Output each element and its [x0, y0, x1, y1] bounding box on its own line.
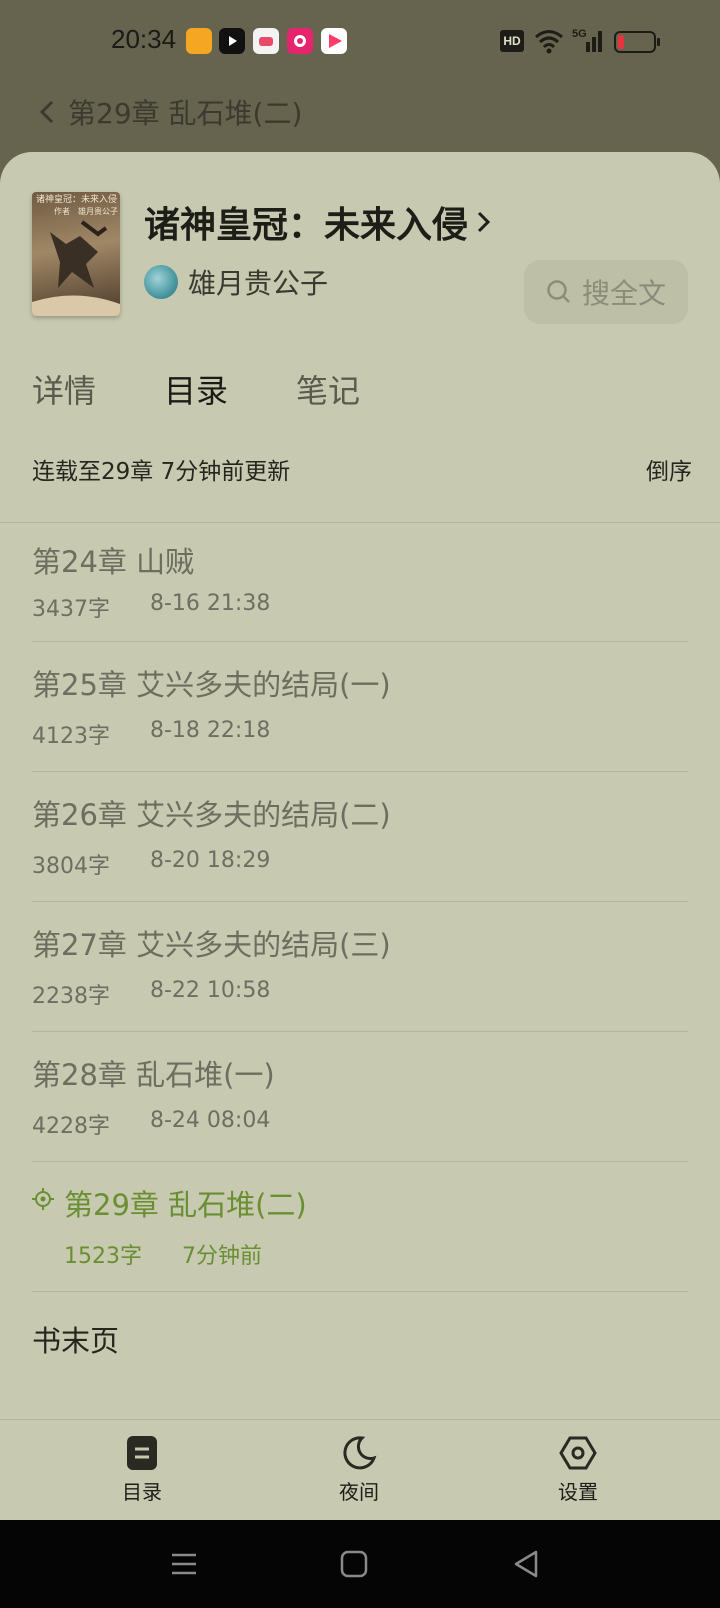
chapter-time: 8-24 08:04	[150, 1108, 271, 1133]
night-mode-button[interactable]: 夜间	[299, 1434, 419, 1505]
chapter-meta: 3804字 8-20 18:29	[32, 848, 270, 880]
chapter-time: 7分钟前	[182, 1244, 262, 1269]
system-nav-bar	[0, 1520, 720, 1608]
chapter-title: 第27章 艾兴多夫的结局(三)	[32, 928, 391, 962]
chapter-title: 第29章 乱石堆(二)	[64, 1188, 307, 1222]
chapter-meta: 4123字 8-18 22:18	[32, 718, 270, 750]
tab-bar: 详情 目录 笔记	[0, 352, 720, 424]
book-title: 诸神皇冠：未来入侵	[144, 205, 469, 246]
chapter-item[interactable]: 第28章 乱石堆(一) 4228字 8-24 08:04	[32, 1032, 688, 1162]
settings-icon	[559, 1436, 597, 1470]
current-location-icon	[32, 1188, 54, 1210]
back-arrow-icon[interactable]	[38, 98, 56, 126]
taobao-icon	[186, 28, 212, 54]
chapter-item[interactable]: 第26章 艾兴多夫的结局(二) 3804字 8-20 18:29	[32, 772, 688, 902]
chapter-word-count: 3437字	[32, 597, 110, 622]
chapter-time: 8-18 22:18	[150, 718, 271, 743]
chapter-meta: 3437字 8-16 21:38	[32, 591, 270, 623]
status-bar: 20:34 HD 5G	[0, 0, 720, 84]
sort-toggle-button[interactable]: 倒序	[646, 452, 692, 486]
chapter-word-count: 4123字	[32, 724, 110, 749]
reader-chapter-title: 第29章 乱石堆(二)	[68, 97, 303, 130]
night-label: 夜间	[339, 1480, 379, 1504]
game-icon	[253, 28, 279, 54]
settings-label: 设置	[558, 1480, 598, 1504]
toc-icon	[127, 1436, 157, 1470]
chapter-meta: 2238字 8-22 10:58	[32, 978, 270, 1010]
chapter-word-count: 3804字	[32, 854, 110, 879]
book-cover[interactable]: 诸神皇冠：未来入侵 作者 雄月贵公子	[32, 192, 120, 316]
tab-toc[interactable]: 目录	[164, 366, 228, 412]
status-time: 20:34	[111, 24, 177, 54]
chapter-title: 第25章 艾兴多夫的结局(一)	[32, 668, 391, 702]
chevron-right-icon	[477, 211, 491, 233]
chapter-meta: 1523字 7分钟前	[64, 1238, 262, 1270]
tab-details[interactable]: 详情	[32, 366, 96, 412]
battery-icon	[614, 31, 660, 53]
chapter-item[interactable]: 第25章 艾兴多夫的结局(一) 4123字 8-18 22:18	[32, 642, 688, 772]
chapter-item[interactable]: 第27章 艾兴多夫的结局(三) 2238字 8-22 10:58	[32, 902, 688, 1032]
toc-label: 目录	[122, 1480, 162, 1504]
signal-icon	[586, 31, 602, 52]
chapter-time: 8-16 21:38	[150, 591, 271, 616]
end-page-item[interactable]: 书末页	[32, 1292, 688, 1384]
chapter-word-count: 4228字	[32, 1114, 110, 1139]
settings-button[interactable]: 设置	[518, 1434, 638, 1505]
chapter-word-count: 1523字	[64, 1244, 142, 1269]
tab-notes[interactable]: 笔记	[296, 366, 360, 412]
toc-sheet: 诸神皇冠：未来入侵 作者 雄月贵公子 诸神皇冠：未来入侵 雄月贵公子 搜全文 详…	[0, 152, 720, 1520]
book-title-link[interactable]: 诸神皇冠：未来入侵	[144, 196, 492, 248]
update-status: 连载至29章 7分钟前更新	[32, 459, 291, 485]
author-row[interactable]: 雄月贵公子	[144, 262, 328, 302]
tiktok-icon	[219, 28, 245, 54]
search-icon	[547, 280, 570, 303]
menu-icon[interactable]	[166, 1546, 202, 1582]
chapter-meta: 4228字 8-24 08:04	[32, 1108, 270, 1140]
video-app-icon	[321, 28, 347, 54]
camera-app-icon	[287, 28, 313, 54]
chapter-title: 第24章 山贼	[32, 545, 195, 579]
chapter-item-current[interactable]: 第29章 乱石堆(二) 1523字 7分钟前	[32, 1162, 688, 1292]
chapter-word-count: 2238字	[32, 984, 110, 1009]
search-label: 搜全文	[581, 277, 666, 310]
wifi-icon	[535, 30, 563, 54]
chapter-time: 8-20 18:29	[150, 848, 271, 873]
home-icon[interactable]	[336, 1546, 372, 1582]
chapter-title: 第26章 艾兴多夫的结局(二)	[32, 798, 391, 832]
chapter-item[interactable]: 第24章 山贼 3437字 8-16 21:38	[32, 523, 688, 642]
end-page-label: 书末页	[32, 1324, 120, 1358]
reader-header: 第29章 乱石堆(二)	[38, 92, 302, 132]
chapter-list: 第24章 山贼 3437字 8-16 21:38 第25章 艾兴多夫的结局(一)…	[0, 523, 720, 1384]
chapter-title: 第28章 乱石堆(一)	[32, 1058, 275, 1092]
cover-author-text: 作者 雄月贵公子	[54, 207, 118, 216]
toc-button[interactable]: 目录	[82, 1434, 202, 1505]
search-fulltext-button[interactable]: 搜全文	[524, 260, 688, 324]
bottom-toolbar: 目录 夜间 设置	[0, 1419, 720, 1520]
hd-badge: HD	[500, 30, 524, 52]
author-name: 雄月贵公子	[188, 267, 329, 300]
cover-title-text: 诸神皇冠：未来入侵	[36, 195, 118, 205]
back-icon[interactable]	[508, 1546, 544, 1582]
moon-icon	[343, 1436, 377, 1470]
author-avatar	[144, 265, 178, 299]
chapter-time: 8-22 10:58	[150, 978, 271, 1003]
